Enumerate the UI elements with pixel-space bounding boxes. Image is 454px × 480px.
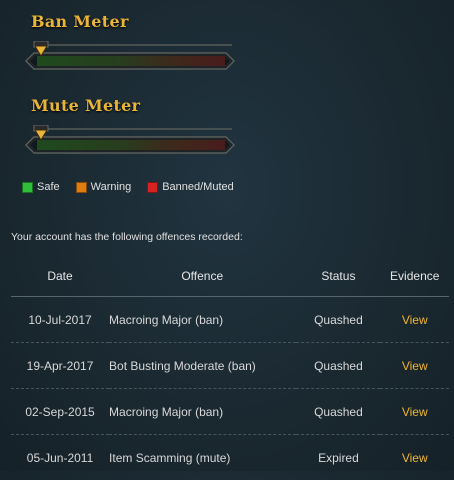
- table-row: 19-Apr-2017 Bot Busting Moderate (ban) Q…: [11, 343, 449, 389]
- mute-meter: [22, 125, 238, 161]
- banned-swatch-icon: [147, 182, 158, 193]
- safe-swatch-icon: [22, 182, 33, 193]
- column-header-date: Date: [11, 256, 109, 297]
- legend-item-banned-muted: Banned/Muted: [147, 181, 234, 193]
- meter-legend: Safe Warning Banned/Muted: [22, 181, 250, 193]
- offence-date: 05-Jun-2011: [11, 435, 109, 480]
- ban-meter-title: Ban Meter: [31, 12, 129, 31]
- offence-name: Macroing Major (ban): [109, 389, 296, 435]
- view-evidence-link[interactable]: View: [402, 359, 428, 373]
- legend-item-warning: Warning: [76, 181, 132, 193]
- table-row: 05-Jun-2011 Item Scamming (mute) Expired…: [11, 435, 449, 480]
- view-evidence-link[interactable]: View: [402, 313, 428, 327]
- offence-name: Bot Busting Moderate (ban): [109, 343, 296, 389]
- offence-date: 19-Apr-2017: [11, 343, 109, 389]
- column-header-evidence: Evidence: [380, 256, 449, 297]
- offence-name: Item Scamming (mute): [109, 435, 296, 480]
- view-evidence-link[interactable]: View: [402, 405, 428, 419]
- offence-status: Expired: [296, 435, 380, 480]
- column-header-offence: Offence: [109, 256, 296, 297]
- column-header-status: Status: [296, 256, 380, 297]
- view-evidence-link[interactable]: View: [402, 451, 428, 465]
- ban-meter-pointer-icon: [33, 41, 49, 59]
- legend-label: Banned/Muted: [162, 181, 234, 193]
- legend-label: Safe: [37, 181, 60, 193]
- offence-date: 02-Sep-2015: [11, 389, 109, 435]
- offence-status: Quashed: [296, 343, 380, 389]
- mute-meter-pointer-icon: [33, 125, 49, 143]
- mute-meter-title: Mute Meter: [31, 96, 140, 115]
- table-header-row: Date Offence Status Evidence: [11, 256, 449, 297]
- offences-intro-text: Your account has the following offences …: [11, 231, 243, 243]
- offence-name: Macroing Major (ban): [109, 297, 296, 343]
- offence-status: Quashed: [296, 389, 380, 435]
- ban-meter: [22, 41, 238, 77]
- warning-swatch-icon: [76, 182, 87, 193]
- legend-item-safe: Safe: [22, 181, 60, 193]
- offence-date: 10-Jul-2017: [11, 297, 109, 343]
- legend-label: Warning: [91, 181, 132, 193]
- offence-status: Quashed: [296, 297, 380, 343]
- table-row: 10-Jul-2017 Macroing Major (ban) Quashed…: [11, 297, 449, 343]
- table-row: 02-Sep-2015 Macroing Major (ban) Quashed…: [11, 389, 449, 435]
- offences-table: Date Offence Status Evidence 10-Jul-2017…: [11, 256, 449, 480]
